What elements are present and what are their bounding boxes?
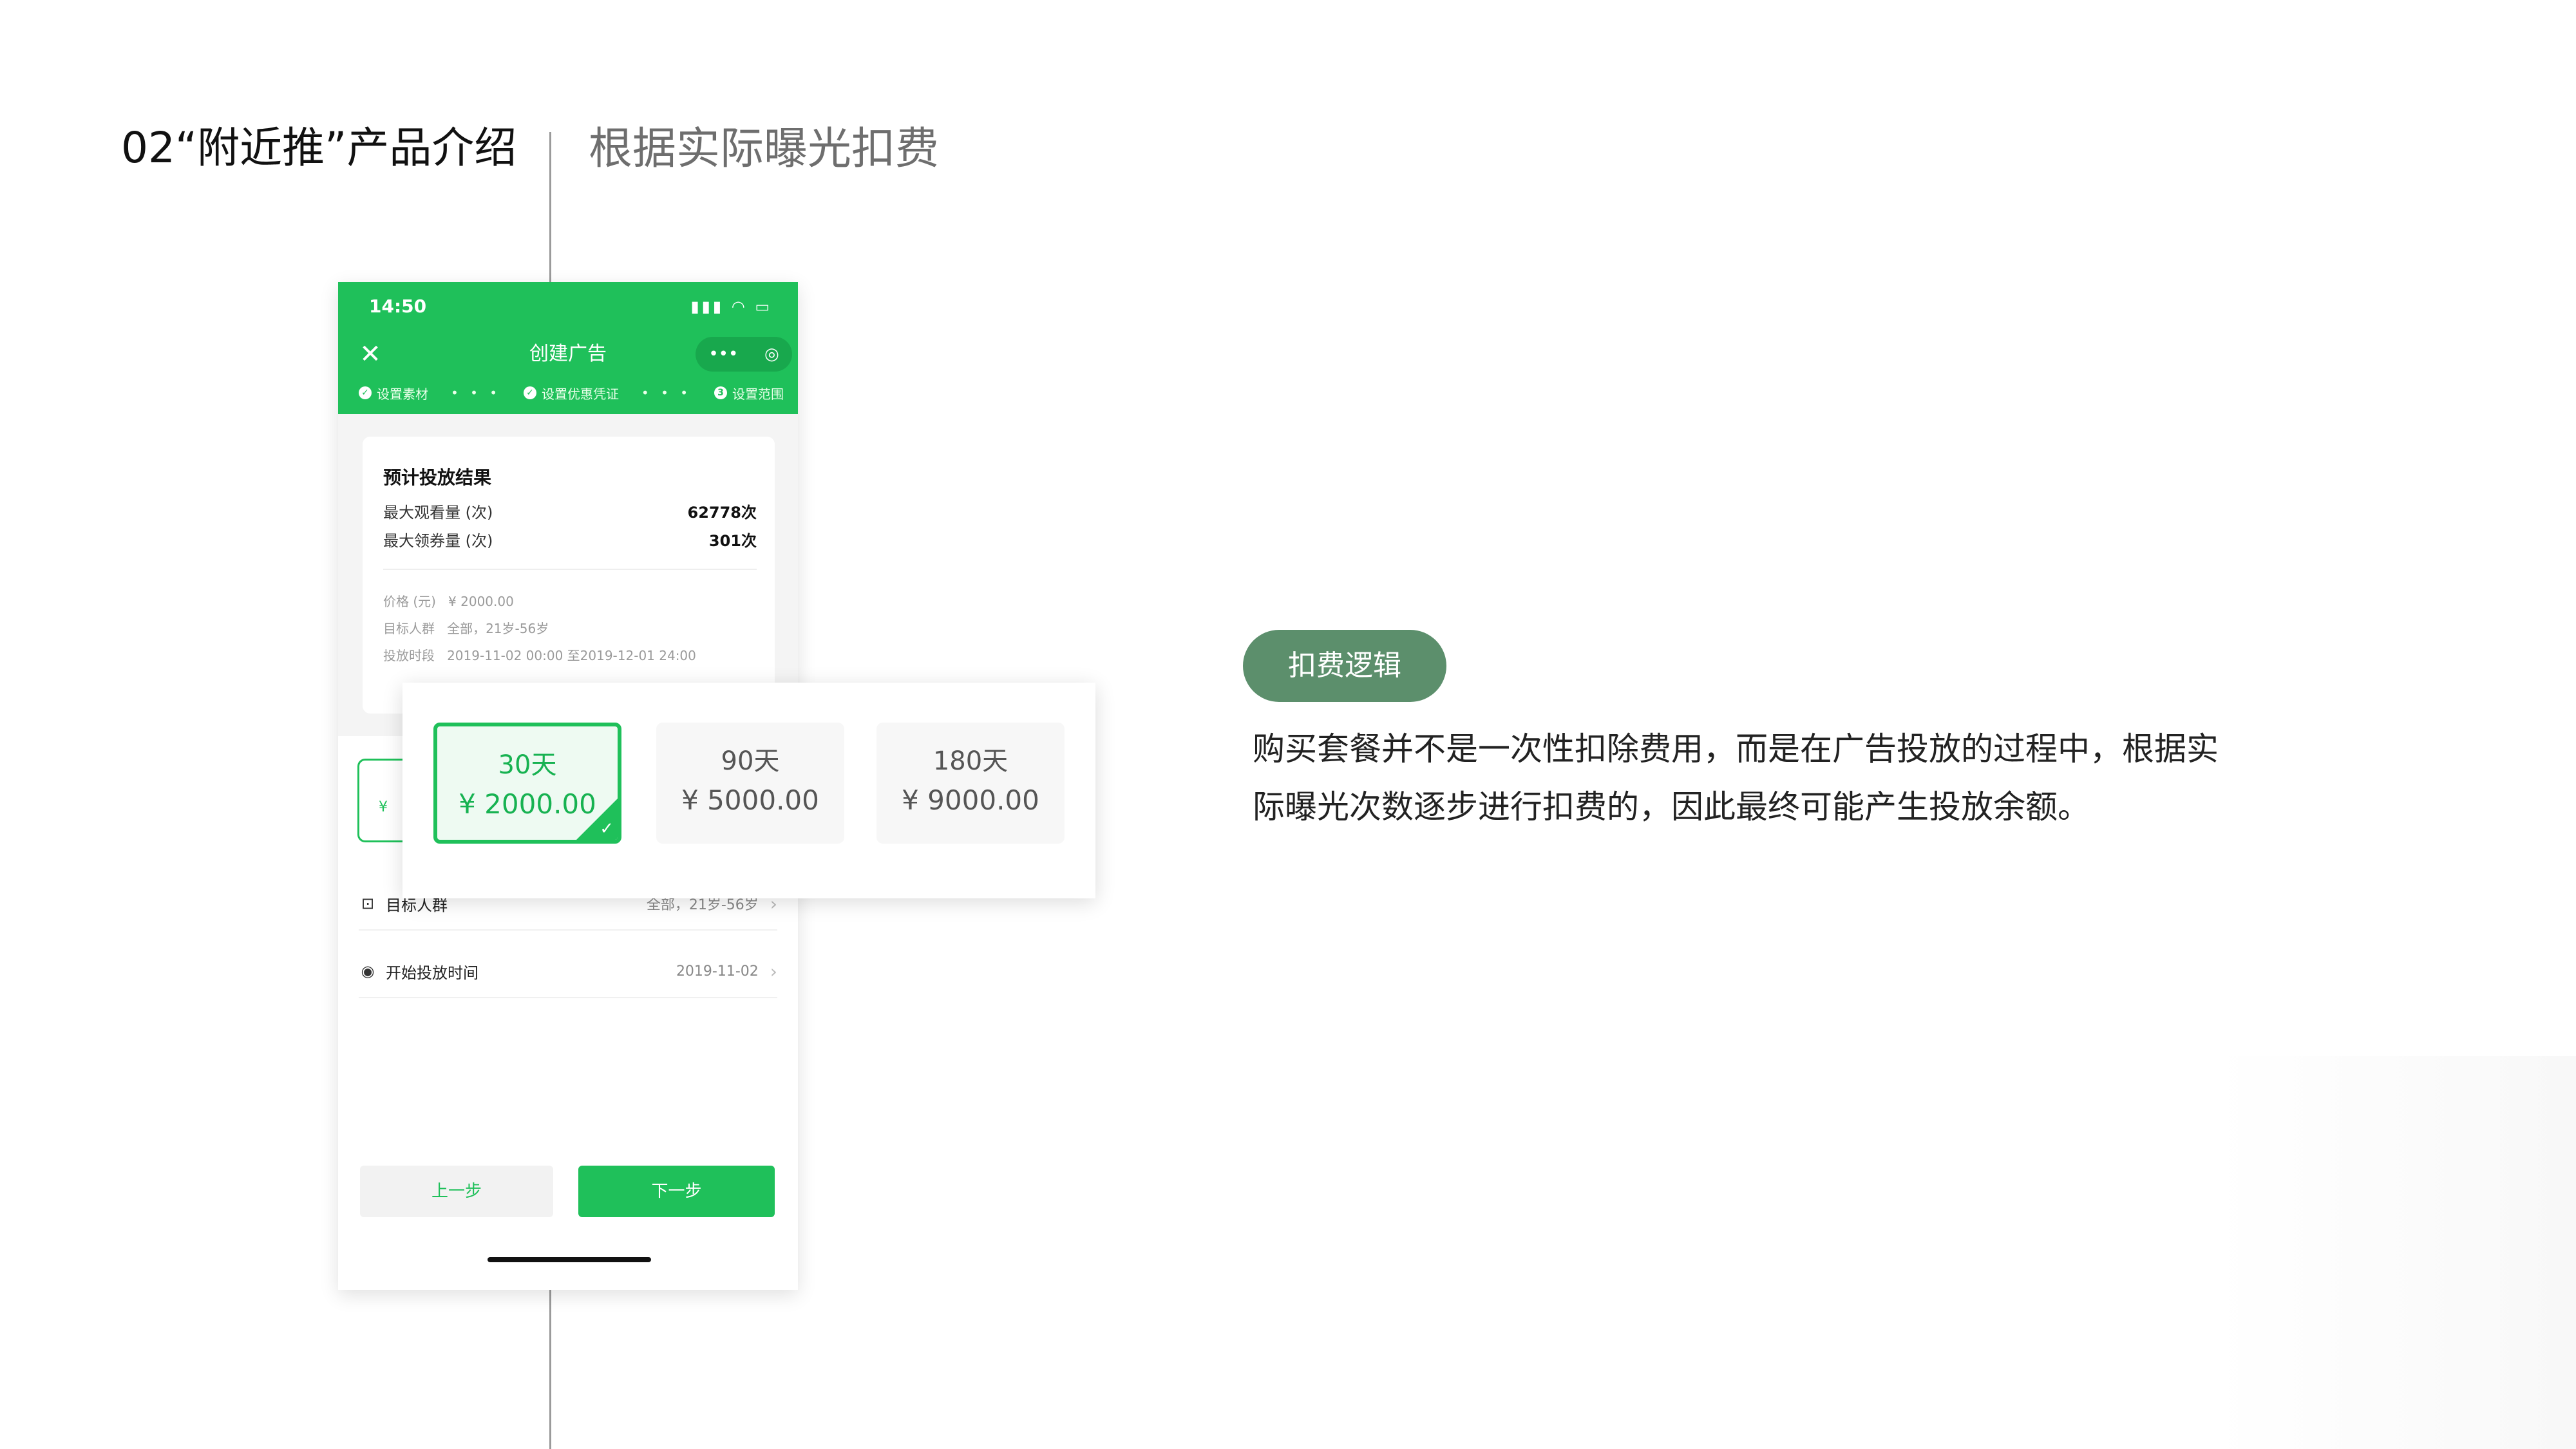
- package-days: 180天: [933, 746, 1009, 776]
- result-value: 62778次: [687, 504, 757, 522]
- detail-value: ¥ 2000.00: [448, 594, 514, 609]
- detail-row: 投放时段 2019-11-02 00:00 至2019-12-01 24:00: [383, 647, 696, 665]
- more-icon[interactable]: •••: [708, 337, 738, 372]
- card-divider: [383, 569, 757, 570]
- audience-icon: ⊡: [361, 895, 375, 913]
- billing-logic-tag: 扣费逻辑: [1243, 630, 1446, 702]
- check-icon: ✓: [359, 386, 372, 399]
- check-icon: ✓: [600, 819, 614, 838]
- detail-label: 投放时段: [383, 648, 435, 663]
- package-price: ¥ 5000.00: [681, 784, 819, 816]
- signal-icon: ▮▮▮: [690, 298, 724, 316]
- clock-icon: ◉: [361, 962, 375, 980]
- status-time: 14:50: [369, 296, 427, 317]
- package-option-30-days[interactable]: 30天 ¥ 2000.00 ✓: [433, 723, 621, 844]
- step-indicator: ✓ 设置素材 • • • ✓ 设置优惠凭证 • • • 3 设置范围: [359, 382, 784, 404]
- detail-value: 全部，21岁-56岁: [447, 621, 549, 636]
- step-number-icon: 3: [714, 386, 727, 399]
- detail-label: 价格 (元): [383, 594, 436, 609]
- step-label: 设置优惠凭证: [541, 386, 619, 402]
- detail-value: 2019-11-02 00:00 至2019-12-01 24:00: [447, 648, 696, 663]
- step-separator: • • •: [641, 385, 692, 401]
- package-days: 90天: [721, 746, 780, 776]
- detail-label: 目标人群: [383, 621, 435, 636]
- package-selector: 30天 ¥ 2000.00 ✓ 90天 ¥ 5000.00 180天 ¥ 900…: [402, 683, 1095, 898]
- chevron-right-icon: ›: [770, 960, 777, 982]
- result-title: 预计投放结果: [383, 467, 492, 488]
- result-value: 301次: [708, 532, 757, 550]
- billing-description: 购买套餐并不是一次性扣除费用，而是在广告投放的过程中，根据实际曝光次数逐步进行扣…: [1253, 730, 2219, 826]
- result-label: 最大观看量 (次): [383, 504, 493, 522]
- prev-step-button[interactable]: 上一步: [360, 1166, 553, 1217]
- package-price: ¥ 9000.00: [902, 784, 1039, 816]
- result-card: 预计投放结果 最大观看量 (次) 62778次 最大领券量 (次) 301次 价…: [363, 437, 775, 714]
- detail-row: 目标人群 全部，21岁-56岁: [383, 620, 549, 638]
- step-2: ✓ 设置优惠凭证: [523, 384, 619, 402]
- setting-value: 2019-11-02: [676, 963, 759, 980]
- package-option-180-days[interactable]: 180天 ¥ 9000.00: [876, 723, 1065, 844]
- corner-decoration: [2215, 1056, 2576, 1449]
- package-days: 30天: [498, 750, 557, 780]
- step-label: 设置素材: [377, 386, 428, 402]
- package-option-90-days[interactable]: 90天 ¥ 5000.00: [656, 723, 844, 844]
- result-row: 最大观看量 (次) 62778次: [383, 502, 757, 523]
- wifi-icon: ◠: [731, 298, 748, 316]
- step-label: 设置范围: [732, 386, 784, 402]
- setting-label: 开始投放时间: [386, 963, 478, 982]
- setting-row-start-time[interactable]: ◉ 开始投放时间 2019-11-02 ›: [359, 945, 777, 998]
- step-separator: • • •: [450, 385, 502, 401]
- battery-icon: ▭: [755, 298, 772, 316]
- home-indicator: [488, 1257, 651, 1262]
- slide-title: 02“附近推”产品介绍: [121, 123, 517, 173]
- next-step-button[interactable]: 下一步: [578, 1166, 775, 1217]
- check-icon: ✓: [523, 386, 536, 399]
- phone-header: 14:50 ▮▮▮ ◠ ▭ ✕ 创建广告 ••• ◎ ✓ 设置素材 • • • …: [338, 282, 798, 414]
- result-label: 最大领券量 (次): [383, 532, 493, 550]
- step-3: 3 设置范围: [714, 384, 784, 402]
- mini-program-capsule[interactable]: ••• ◎: [696, 337, 792, 372]
- detail-row: 价格 (元) ¥ 2000.00: [383, 592, 514, 611]
- step-1: ✓ 设置素材: [359, 384, 428, 402]
- target-icon[interactable]: ◎: [764, 337, 779, 372]
- result-row: 最大领券量 (次) 301次: [383, 531, 757, 551]
- slide-subtitle: 根据实际曝光扣费: [589, 124, 940, 175]
- status-bar-icons: ▮▮▮ ◠ ▭: [690, 295, 772, 318]
